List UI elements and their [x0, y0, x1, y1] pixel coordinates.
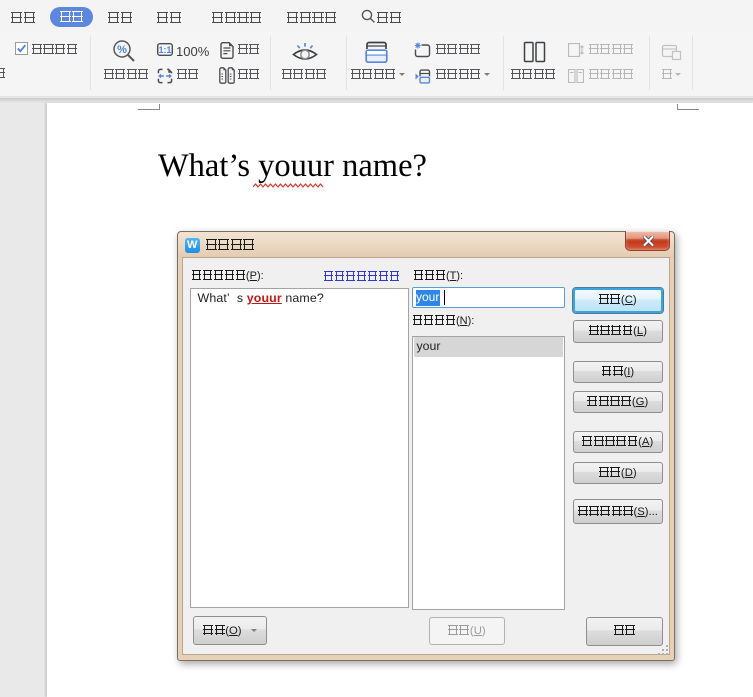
svg-text:%: %	[117, 44, 127, 56]
svg-text:1:1: 1:1	[159, 45, 172, 55]
